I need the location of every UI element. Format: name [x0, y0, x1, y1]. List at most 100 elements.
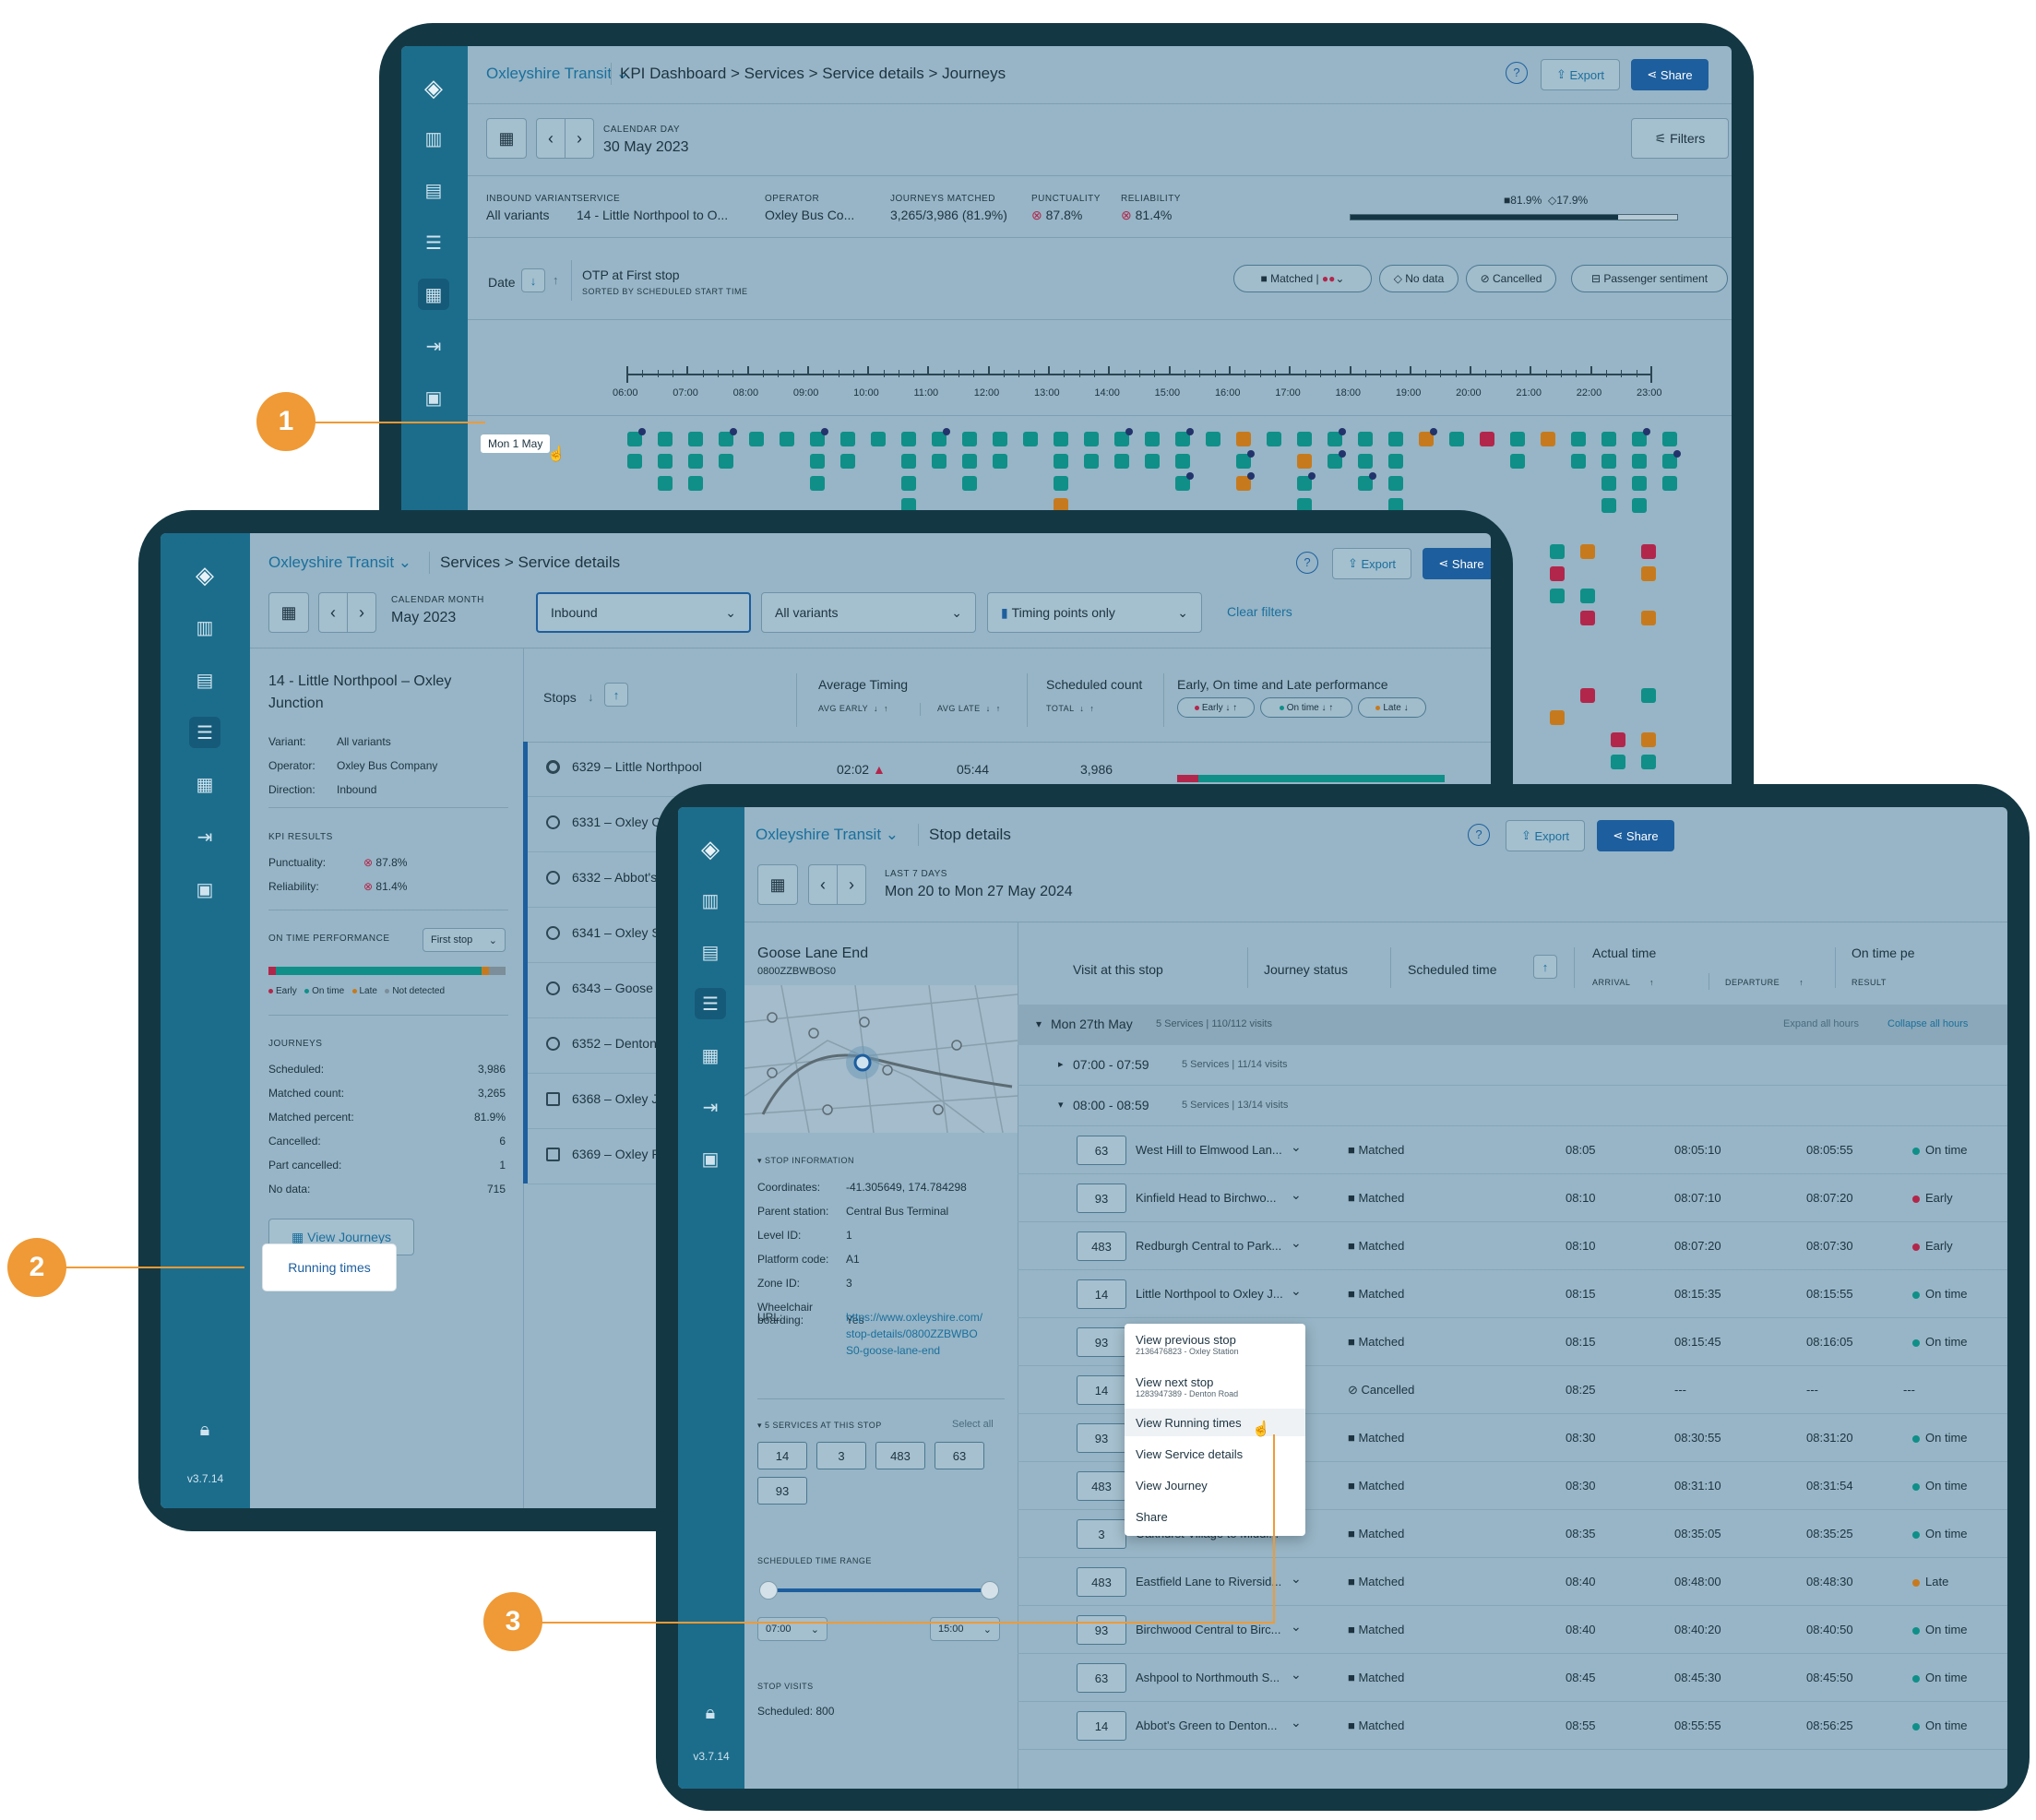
- otp-journey-square[interactable]: [1236, 432, 1251, 446]
- stop-map[interactable]: [744, 985, 1018, 1133]
- visit-row[interactable]: 93 Kinfield Head to Birchwo... ⌄ ■ Matched 0…: [1018, 1174, 2007, 1222]
- otp-journey-square[interactable]: [1358, 432, 1373, 446]
- otp-journey-square[interactable]: [1601, 476, 1616, 491]
- select-all-link[interactable]: Select all: [952, 1419, 994, 1430]
- otp-journey-square[interactable]: [1449, 432, 1464, 446]
- otp-journey-square[interactable]: [1388, 476, 1403, 491]
- otp-journey-square[interactable]: [1641, 755, 1656, 769]
- otp-journey-square[interactable]: [658, 454, 673, 469]
- chart-icon[interactable]: ▥: [695, 885, 726, 916]
- direction-dropdown[interactable]: Inbound ⌄: [536, 592, 751, 633]
- day-row-label[interactable]: Mon 1 May: [481, 434, 551, 453]
- filters-button[interactable]: ⚟ Filters: [1631, 118, 1729, 159]
- route-name[interactable]: Little Northpool to Oxley J...: [1136, 1287, 1283, 1301]
- otp-journey-square[interactable]: [1054, 476, 1068, 491]
- otp-journey-square[interactable]: [1480, 432, 1494, 446]
- route-name[interactable]: Kinfield Head to Birchwo...: [1136, 1191, 1276, 1205]
- pill-cancelled[interactable]: ⊘ Cancelled: [1466, 265, 1556, 292]
- route-name[interactable]: Eastfield Lane to Riversid...: [1136, 1575, 1281, 1588]
- sort-desc-icon[interactable]: ↓: [588, 690, 594, 704]
- chart-icon[interactable]: ▥: [189, 612, 220, 643]
- service-badge[interactable]: 63: [1077, 1136, 1126, 1165]
- otp-journey-square[interactable]: [1297, 432, 1312, 446]
- menu-view-running-times[interactable]: View Running times: [1136, 1416, 1242, 1430]
- otp-journey-square[interactable]: [1145, 432, 1160, 446]
- export-button[interactable]: ⇪ Export: [1332, 548, 1411, 579]
- menu-share[interactable]: Share: [1136, 1510, 1168, 1524]
- running-times-menu-item[interactable]: Running times: [263, 1244, 396, 1291]
- service-chip[interactable]: 483: [875, 1442, 925, 1469]
- otp-journey-square[interactable]: [1267, 432, 1281, 446]
- logout-icon[interactable]: ⇥: [695, 1091, 726, 1123]
- otp-journey-square[interactable]: [1114, 454, 1129, 469]
- calendar-button[interactable]: ▦: [757, 864, 798, 905]
- service-badge[interactable]: 483: [1077, 1231, 1126, 1261]
- sort-asc-button[interactable]: ↑: [1533, 955, 1557, 979]
- chevron-down-icon[interactable]: ⌄: [1291, 1283, 1302, 1299]
- first-stop-select[interactable]: First stop ⌄: [423, 928, 506, 952]
- otp-journey-square[interactable]: [1084, 454, 1099, 469]
- otp-journey-square[interactable]: [1510, 432, 1525, 446]
- otp-journey-square[interactable]: [1084, 432, 1099, 446]
- chevron-down-icon[interactable]: ⌄: [1291, 1619, 1302, 1635]
- service-badge[interactable]: 14: [1077, 1711, 1126, 1741]
- otp-journey-square[interactable]: [1580, 589, 1595, 603]
- service-badge[interactable]: 93: [1077, 1423, 1126, 1453]
- otp-journey-square[interactable]: [840, 432, 855, 446]
- app-logo-icon[interactable]: ◈: [695, 833, 726, 864]
- menu-view-journey[interactable]: View Journey: [1136, 1479, 1208, 1493]
- otp-journey-square[interactable]: [1145, 454, 1160, 469]
- breadcrumb[interactable]: KPI Dashboard > Services > Service detai…: [620, 65, 1006, 83]
- visit-row[interactable]: 63 Ashpool to Northmouth S... ⌄ ■ Matched 08…: [1018, 1654, 2007, 1702]
- grid-icon[interactable]: ▦: [695, 1040, 726, 1071]
- otp-journey-square[interactable]: [688, 432, 703, 446]
- stop-url[interactable]: https://www.oxleyshire.com/stop-details/…: [846, 1309, 984, 1359]
- otp-journey-square[interactable]: [1632, 498, 1647, 513]
- visit-row[interactable]: 483 Eastfield Lane to Riversid... ⌄ ■ Match…: [1018, 1558, 2007, 1606]
- share-button[interactable]: ⋖ Share: [1631, 59, 1709, 90]
- collapse-all-link[interactable]: Collapse all hours: [1887, 1018, 1968, 1029]
- otp-journey-square[interactable]: [962, 432, 977, 446]
- lock-icon[interactable]: 🔒︎: [189, 1414, 220, 1445]
- export-button[interactable]: ⇪ Export: [1541, 59, 1620, 90]
- otp-journey-square[interactable]: [962, 454, 977, 469]
- otp-journey-square[interactable]: [1641, 688, 1656, 703]
- service-chip[interactable]: 3: [816, 1442, 866, 1469]
- otp-journey-square[interactable]: [1541, 432, 1555, 446]
- help-icon[interactable]: ?: [1506, 62, 1528, 84]
- service-badge[interactable]: 93: [1077, 1184, 1126, 1213]
- chevron-down-icon[interactable]: ⌄: [1291, 1139, 1302, 1155]
- otp-journey-square[interactable]: [840, 454, 855, 469]
- ontime-sort-pill[interactable]: On time ↓ ↑: [1260, 697, 1352, 718]
- otp-journey-square[interactable]: [1662, 476, 1677, 491]
- time-range-slider[interactable]: [767, 1588, 990, 1592]
- list-icon[interactable]: ☰: [189, 717, 220, 748]
- otp-journey-square[interactable]: [1054, 432, 1068, 446]
- breadcrumb[interactable]: Stop details: [929, 826, 1011, 844]
- pill-matched[interactable]: ■ Matched | ●● ⌄: [1233, 265, 1372, 292]
- otp-journey-square[interactable]: [1601, 498, 1616, 513]
- sort-asc-button[interactable]: ↑: [604, 683, 628, 707]
- route-name[interactable]: Ashpool to Northmouth S...: [1136, 1671, 1280, 1684]
- otp-journey-square[interactable]: [1023, 432, 1038, 446]
- help-icon[interactable]: ?: [1296, 552, 1318, 574]
- service-chip[interactable]: 14: [757, 1442, 807, 1469]
- org-switcher[interactable]: Oxleyshire Transit ⌄: [756, 826, 899, 844]
- otp-journey-square[interactable]: [932, 454, 947, 469]
- menu-view-previous-stop[interactable]: View previous stop 2136476823 - Oxley Sta…: [1136, 1333, 1239, 1356]
- stop-info-heading[interactable]: ▾ STOP INFORMATION: [757, 1156, 854, 1166]
- otp-journey-square[interactable]: [688, 454, 703, 469]
- otp-journey-square[interactable]: [1550, 589, 1565, 603]
- otp-journey-square[interactable]: [1550, 544, 1565, 559]
- ticket-icon[interactable]: ▣: [695, 1143, 726, 1174]
- list-icon[interactable]: ☰: [418, 227, 449, 258]
- otp-journey-square[interactable]: [810, 454, 825, 469]
- clear-filters-link[interactable]: Clear filters: [1227, 604, 1292, 619]
- otp-journey-square[interactable]: [1550, 710, 1565, 725]
- variant-dropdown[interactable]: All variants ⌄: [761, 592, 976, 633]
- otp-journey-square[interactable]: [962, 476, 977, 491]
- otp-journey-square[interactable]: [658, 476, 673, 491]
- service-badge[interactable]: 93: [1077, 1615, 1126, 1645]
- logout-icon[interactable]: ⇥: [189, 821, 220, 852]
- otp-journey-square[interactable]: [1601, 454, 1616, 469]
